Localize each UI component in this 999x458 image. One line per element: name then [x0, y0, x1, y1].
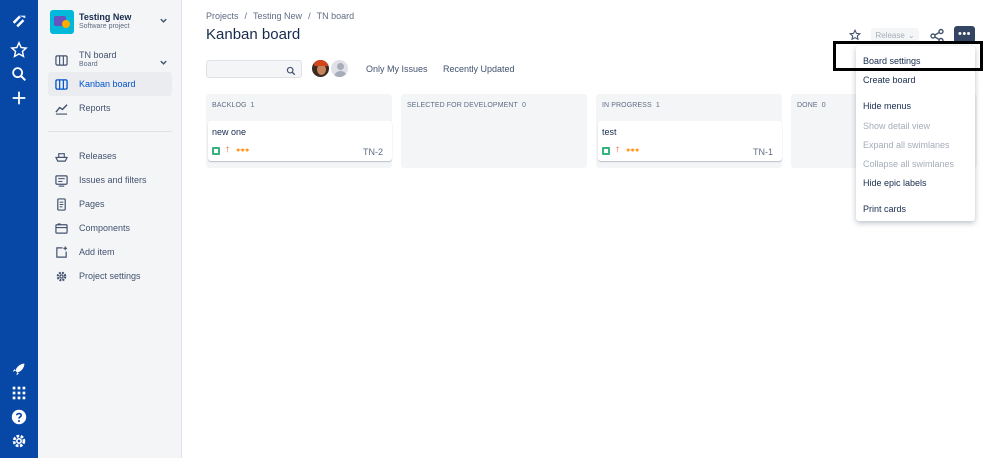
sidebar-item-kanban-board[interactable]: Kanban board [48, 72, 172, 96]
sidebar-item-releases[interactable]: Releases [48, 144, 172, 168]
sidebar-item-pages[interactable]: Pages [48, 192, 172, 216]
chevron-down-icon[interactable] [159, 16, 168, 27]
sidebar-item-add-item[interactable]: Add item [48, 240, 172, 264]
sidebar-item-label: Reports [79, 103, 111, 113]
board-column-in-progress: IN PROGRESS 1 test ↑ ●-●-● TN-1 [596, 94, 782, 168]
project-sidebar: Testing New Software project TN board Boa… [38, 0, 182, 458]
priority-high-icon: ↑ [615, 144, 620, 155]
board-column-selected: SELECTED FOR DEVELOPMENT 0 [401, 94, 587, 168]
story-icon [602, 147, 610, 155]
breadcrumb-separator: / [308, 11, 311, 21]
breadcrumb: Projects / Testing New / TN board [206, 11, 354, 21]
project-name: Testing New [79, 12, 132, 22]
breadcrumb-separator: / [244, 11, 248, 21]
project-type: Software project [79, 23, 130, 30]
sidebar-item-label: Releases [79, 151, 117, 161]
only-my-issues-filter[interactable]: Only My Issues [366, 64, 428, 74]
sidebar-item-issues[interactable]: Issues and filters [48, 168, 172, 192]
chevron-down-icon [159, 55, 168, 70]
board-actions-menu: Board settings Create board Hide menus S… [856, 46, 975, 221]
global-nav [0, 0, 38, 458]
breadcrumb-projects[interactable]: Projects [206, 11, 239, 21]
highlight-box [833, 41, 983, 71]
menu-item-hide-menus[interactable]: Hide menus [863, 101, 911, 111]
board-name: TN board [79, 50, 117, 60]
create-icon[interactable] [9, 88, 29, 108]
sidebar-item-label: Components [79, 223, 131, 233]
menu-item-collapse-swimlanes: Collapse all swimlanes [863, 159, 955, 169]
card-key: TN-1 [753, 147, 773, 157]
menu-item-hide-epic-labels[interactable]: Hide epic labels [863, 178, 927, 188]
project-header[interactable]: Testing New Software project [50, 9, 176, 35]
page-icon [54, 197, 68, 211]
menu-item-show-detail-view: Show detail view [863, 121, 931, 131]
unassigned-avatar[interactable] [330, 59, 349, 78]
board-switcher[interactable]: TN board Board [48, 48, 172, 72]
chevron-down-icon: ⌄ [907, 31, 915, 40]
chart-icon [54, 101, 68, 115]
help-icon[interactable] [9, 407, 29, 427]
sidebar-divider [48, 131, 172, 132]
card-title: test [602, 127, 617, 137]
release-label: Release [875, 31, 905, 40]
menu-item-print-cards[interactable]: Print cards [863, 204, 906, 214]
story-icon [212, 147, 220, 155]
menu-item-create-board[interactable]: Create board [863, 75, 916, 85]
app-switcher-icon[interactable] [9, 383, 29, 403]
component-icon [54, 221, 68, 235]
sidebar-item-label: Add item [79, 247, 115, 257]
issue-card[interactable]: new one ↑ ●-●-● TN-2 [208, 121, 392, 161]
board-sub: Board [79, 61, 98, 68]
column-header: DONE 0 [797, 102, 826, 109]
search-input[interactable] [206, 60, 302, 78]
estimate-icon: ●-●-● [236, 147, 249, 154]
settings-icon[interactable] [9, 431, 29, 451]
starred-icon[interactable] [9, 40, 29, 60]
card-title: new one [212, 127, 247, 137]
sidebar-item-reports[interactable]: Reports [48, 96, 172, 120]
card-key: TN-2 [363, 147, 383, 157]
sidebar-item-label: Kanban board [79, 79, 136, 89]
menu-item-expand-swimlanes: Expand all swimlanes [863, 140, 950, 150]
gear-icon [54, 269, 68, 283]
breadcrumb-board[interactable]: TN board [317, 11, 355, 21]
kanban-icon [54, 77, 68, 91]
sidebar-item-label: Issues and filters [79, 175, 147, 185]
issues-icon [54, 173, 68, 187]
sidebar-item-project-settings[interactable]: Project settings [48, 264, 172, 288]
sidebar-item-components[interactable]: Components [48, 216, 172, 240]
issue-card[interactable]: test ↑ ●-●-● TN-1 [598, 121, 782, 161]
board-column-backlog: BACKLOG 1 new one ↑ ●-●-● TN-2 [206, 94, 392, 168]
priority-high-icon: ↑ [225, 144, 230, 155]
estimate-icon: ●-●-● [626, 147, 639, 154]
column-header: SELECTED FOR DEVELOPMENT 0 [407, 102, 527, 109]
sidebar-item-label: Project settings [79, 271, 141, 281]
board-icon [54, 53, 68, 67]
project-avatar [50, 10, 74, 34]
ship-icon [54, 149, 68, 163]
recently-updated-filter[interactable]: Recently Updated [443, 64, 515, 74]
breadcrumb-project[interactable]: Testing New [253, 11, 302, 21]
user-avatar[interactable] [311, 59, 330, 78]
add-item-icon [54, 245, 68, 259]
search-icon[interactable] [9, 64, 29, 84]
column-header: IN PROGRESS 1 [602, 102, 660, 109]
rocket-icon[interactable] [9, 359, 29, 379]
search-icon [286, 64, 296, 79]
jira-logo-icon[interactable] [9, 11, 29, 31]
page-title: Kanban board [206, 26, 301, 43]
sidebar-item-label: Pages [79, 199, 105, 209]
column-header: BACKLOG 1 [212, 102, 255, 109]
